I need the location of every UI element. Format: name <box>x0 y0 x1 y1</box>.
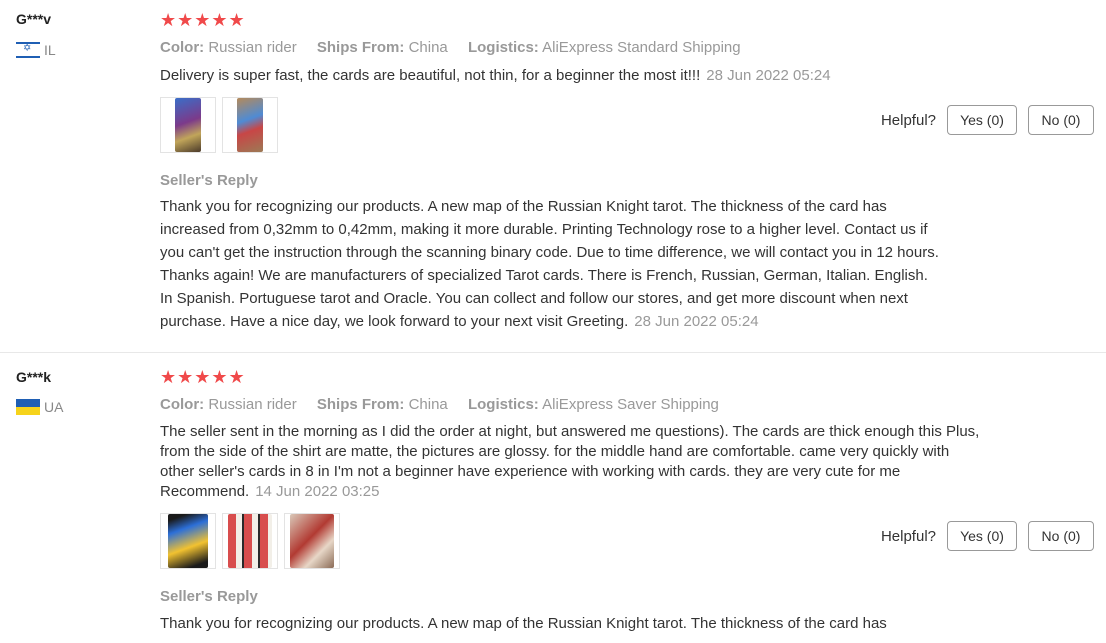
logistics-label: Logistics: <box>467 396 539 413</box>
ships-from-value: China <box>408 396 448 413</box>
country-code: IL <box>44 42 56 58</box>
seller-reply-date: 28 Jun 2022 05:24 <box>634 313 759 330</box>
star-rating: ★★★★★ <box>160 10 246 31</box>
review-date: 14 Jun 2022 03:25 <box>255 483 380 500</box>
review-photo[interactable] <box>160 97 216 153</box>
ships-from-value: China <box>408 39 448 56</box>
photo-image <box>168 514 208 568</box>
review-text: Delivery is super fast, the cards are be… <box>160 67 701 84</box>
photo-image <box>228 514 272 568</box>
star-rating: ★★★★★ <box>160 367 246 388</box>
ships-from-label: Ships From: <box>316 39 405 56</box>
helpful-controls: Helpful? Yes (0) No (0) <box>881 105 1094 135</box>
review-photo[interactable] <box>222 513 278 569</box>
helpful-yes-button[interactable]: Yes (0) <box>947 105 1017 135</box>
review-text-block: The seller sent in the morning as I did … <box>160 422 985 502</box>
flag-icon <box>16 42 40 58</box>
review-text-block: Delivery is super fast, the cards are be… <box>160 64 960 87</box>
color-value: Russian rider <box>208 396 297 413</box>
review-photos <box>160 513 340 569</box>
photo-image <box>290 514 334 568</box>
seller-reply-title: Seller's Reply <box>160 588 258 605</box>
color-label: Color: <box>160 396 205 413</box>
logistics-label: Logistics: <box>467 39 539 56</box>
helpful-label: Helpful? <box>880 111 936 129</box>
helpful-yes-button[interactable]: Yes (0) <box>947 521 1017 551</box>
helpful-no-button[interactable]: No (0) <box>1028 105 1094 135</box>
seller-reply-text: Thank you for recognizing our products. … <box>160 615 887 632</box>
review-item: G***v IL ★★★★★ Color: Russian rider Ship… <box>0 0 1106 353</box>
color-label: Color: <box>160 39 205 56</box>
country-code: UA <box>44 399 64 415</box>
logistics-value: AliExpress Saver Shipping <box>542 396 719 413</box>
reviewer-country: UA <box>16 399 63 415</box>
helpful-no-button[interactable]: No (0) <box>1028 521 1094 551</box>
review-attributes: Color: Russian rider Ships From: China L… <box>160 396 719 413</box>
seller-reply-block: Thank you for recognizing our products. … <box>160 195 940 333</box>
reviewer-name: G***v <box>16 11 52 27</box>
helpful-controls: Helpful? Yes (0) No (0) <box>881 521 1094 551</box>
review-attributes: Color: Russian rider Ships From: China L… <box>160 39 741 56</box>
seller-reply-title: Seller's Reply <box>160 172 258 189</box>
photo-image <box>237 98 263 152</box>
color-value: Russian rider <box>208 39 297 56</box>
review-photos <box>160 97 278 153</box>
ships-from-label: Ships From: <box>316 396 405 413</box>
review-photo[interactable] <box>284 513 340 569</box>
review-photo[interactable] <box>222 97 278 153</box>
reviewer-name: G***k <box>16 369 52 385</box>
review-photo[interactable] <box>160 513 216 569</box>
flag-icon <box>16 399 40 415</box>
helpful-label: Helpful? <box>880 527 936 545</box>
review-item: G***k UA ★★★★★ Color: Russian rider Ship… <box>0 352 1106 643</box>
logistics-value: AliExpress Standard Shipping <box>542 39 741 56</box>
review-date: 28 Jun 2022 05:24 <box>706 67 831 84</box>
seller-reply-text: Thank you for recognizing our products. … <box>160 198 939 330</box>
reviewer-country: IL <box>16 42 56 58</box>
photo-image <box>175 98 201 152</box>
seller-reply-block: Thank you for recognizing our products. … <box>160 612 940 635</box>
